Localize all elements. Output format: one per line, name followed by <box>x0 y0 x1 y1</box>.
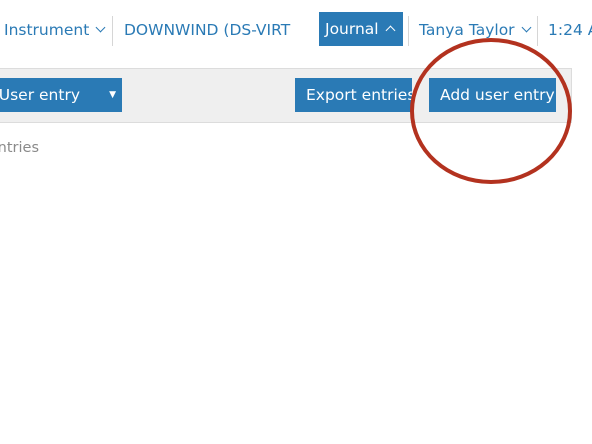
empty-entries-label: No entries <box>0 140 39 156</box>
entry-type-select[interactable]: User entry ▼ <box>0 78 122 112</box>
nav-divider <box>112 16 113 46</box>
app-window: Instrument DOWNWIND (DS-VIRT Journal Tan… <box>0 0 592 444</box>
export-entries-button[interactable]: Export entries <box>295 78 416 112</box>
nav-device-link[interactable]: DOWNWIND (DS-VIRT <box>124 18 290 42</box>
export-entries-label: Export entries <box>306 86 416 104</box>
add-user-entry-label: Add user entry <box>440 86 555 104</box>
nav-user-menu[interactable]: Tanya Taylor <box>419 18 532 42</box>
nav-journal-label: Journal <box>325 20 379 38</box>
chevron-down-icon <box>95 22 106 33</box>
nav-instrument-label: Instrument <box>4 21 90 39</box>
empty-entries-message: No entries <box>0 136 60 160</box>
add-user-entry-button[interactable]: Add user entry <box>429 78 556 112</box>
nav-divider <box>408 16 409 46</box>
nav-divider <box>537 16 538 46</box>
chevron-down-icon <box>521 22 532 33</box>
nav-instrument-menu[interactable]: Instrument <box>4 18 106 42</box>
chevron-up-icon <box>385 25 396 36</box>
nav-clock: 1:24 A <box>548 18 592 42</box>
entry-type-value: User entry <box>0 86 80 104</box>
caret-down-icon: ▼ <box>109 90 116 100</box>
nav-clock-label: 1:24 A <box>548 21 592 39</box>
top-nav-bar: Instrument DOWNWIND (DS-VIRT Journal Tan… <box>0 0 592 60</box>
nav-journal-tab[interactable]: Journal <box>319 12 403 46</box>
nav-user-label: Tanya Taylor <box>419 21 515 39</box>
nav-device-label: DOWNWIND (DS-VIRT <box>124 21 291 39</box>
